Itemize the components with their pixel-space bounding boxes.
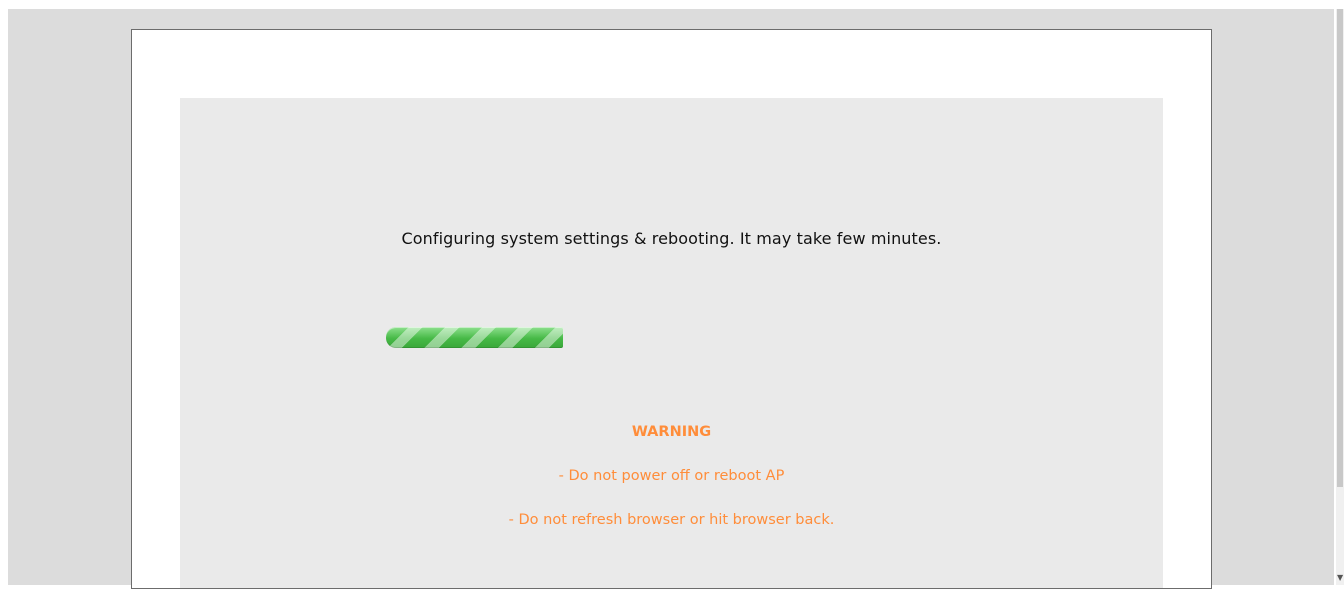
progress-bar-fill (386, 327, 563, 348)
warning-line-power: - Do not power off or reboot AP (558, 468, 785, 484)
warning-line-refresh: - Do not refresh browser or hit browser … (508, 512, 835, 528)
scrollbar-thumb[interactable] (1337, 9, 1343, 487)
vertical-scrollbar[interactable] (1336, 9, 1344, 585)
progress-bar (386, 327, 906, 348)
chevron-down-icon[interactable]: ▼ (1337, 574, 1343, 582)
browser-viewport: Configuring system settings & rebooting.… (0, 0, 1344, 589)
warning-title: WARNING (631, 424, 712, 440)
status-message: Configuring system settings & rebooting.… (401, 229, 942, 248)
reboot-status-panel: Configuring system settings & rebooting.… (180, 98, 1163, 588)
